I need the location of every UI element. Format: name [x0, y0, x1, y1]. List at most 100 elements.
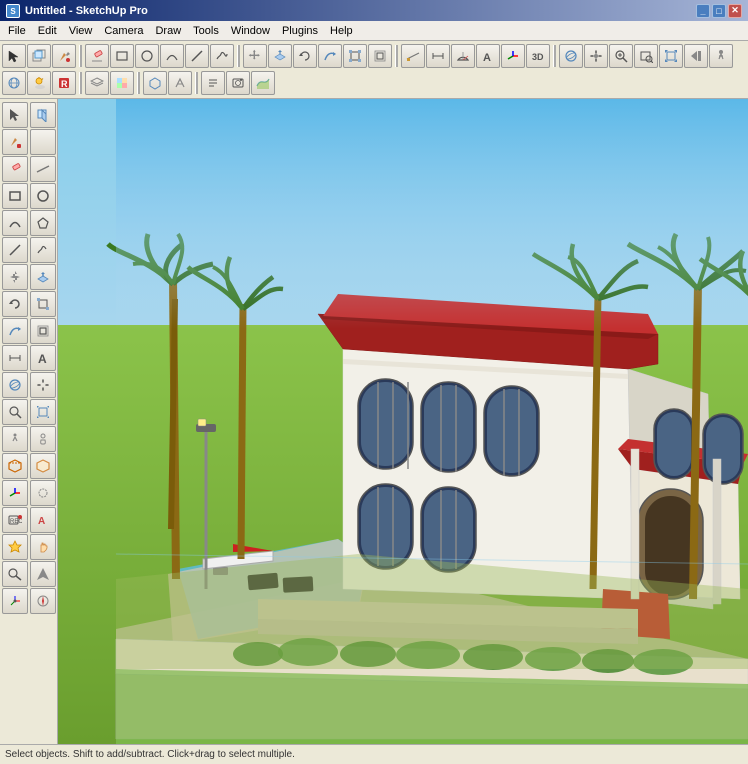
status-bar: Select objects. Shift to add/subtract. C… — [0, 744, 748, 764]
main-area: A REC A — [0, 99, 748, 744]
tb-match-photo[interactable] — [226, 71, 250, 95]
tb-axes[interactable] — [501, 44, 525, 68]
svg-text:A: A — [483, 52, 491, 63]
tb-sep-r3 — [195, 72, 198, 94]
lt-offset-lt[interactable] — [30, 318, 56, 344]
left-toolbar: A REC A — [0, 99, 58, 744]
viewport[interactable] — [58, 99, 748, 744]
tb-freehand[interactable] — [210, 44, 234, 68]
lt-paint-bucket[interactable] — [2, 129, 28, 155]
tb-outline-r[interactable] — [201, 71, 225, 95]
lt-3d-select[interactable] — [30, 102, 56, 128]
lt-ruby-lt[interactable]: A — [30, 507, 56, 533]
lt-multiface[interactable] — [30, 210, 56, 236]
lt-dim-lt[interactable] — [2, 345, 28, 371]
lt-zoomext-lt[interactable] — [30, 399, 56, 425]
tb-orbit[interactable] — [559, 44, 583, 68]
tb-styles-r[interactable] — [168, 71, 192, 95]
lt-zoom-lt[interactable] — [2, 399, 28, 425]
tb-layer-r[interactable] — [85, 71, 109, 95]
tb-walk[interactable] — [709, 44, 733, 68]
menu-edit[interactable]: Edit — [32, 21, 63, 40]
tb-circle[interactable] — [135, 44, 159, 68]
lt-coord-lt[interactable] — [2, 588, 28, 614]
tb-move[interactable] — [243, 44, 267, 68]
lt-rotate-lt[interactable] — [2, 291, 28, 317]
lt-rec-lt[interactable]: REC — [2, 507, 28, 533]
menu-tools[interactable]: Tools — [187, 21, 225, 40]
tb-zoom-extents[interactable] — [659, 44, 683, 68]
lt-section-lt[interactable] — [2, 453, 28, 479]
lt-section-display-lt[interactable] — [30, 453, 56, 479]
tb-protractor[interactable] — [451, 44, 475, 68]
menu-help[interactable]: Help — [324, 21, 359, 40]
tb-zoom-window[interactable] — [634, 44, 658, 68]
lt-push-pull-lt[interactable] — [30, 264, 56, 290]
lt-orbit-lt[interactable] — [2, 372, 28, 398]
lt-freehand-lt[interactable] — [30, 237, 56, 263]
menu-window[interactable]: Window — [225, 21, 276, 40]
lt-hand-lt[interactable] — [30, 534, 56, 560]
tb-shadow[interactable] — [27, 71, 51, 95]
lt-lookaround[interactable] — [30, 426, 56, 452]
lt-row-11 — [2, 372, 56, 398]
lt-compass[interactable] — [30, 588, 56, 614]
tb-sandbox[interactable] — [251, 71, 275, 95]
tb-line[interactable] — [185, 44, 209, 68]
tb-component-r[interactable] — [143, 71, 167, 95]
lt-axes-lt[interactable] — [2, 480, 28, 506]
lt-text-lt[interactable]: A — [30, 345, 56, 371]
tb-text[interactable]: A — [476, 44, 500, 68]
lt-navigate[interactable] — [30, 561, 56, 587]
lt-pan-lt[interactable] — [30, 372, 56, 398]
tb-arc[interactable] — [160, 44, 184, 68]
maximize-button[interactable]: □ — [712, 4, 726, 18]
tb-select[interactable] — [2, 44, 26, 68]
close-button[interactable]: ✕ — [728, 4, 742, 18]
tb-rect[interactable] — [110, 44, 134, 68]
minimize-button[interactable]: _ — [696, 4, 710, 18]
lt-move-lt[interactable] — [2, 264, 28, 290]
menu-view[interactable]: View — [63, 21, 99, 40]
tb-dimension[interactable] — [426, 44, 450, 68]
tb-render-r[interactable]: R — [52, 71, 76, 95]
lt-tape-lt[interactable] — [30, 156, 56, 182]
tb-paint[interactable] — [52, 44, 76, 68]
lt-erase-lt[interactable] — [2, 156, 28, 182]
lt-line-lt[interactable] — [2, 237, 28, 263]
tb-material-r[interactable] — [110, 71, 134, 95]
tb-push-pull[interactable] — [268, 44, 292, 68]
lt-zoom3-lt[interactable] — [2, 561, 28, 587]
tb-rotate[interactable] — [293, 44, 317, 68]
lt-walk-lt[interactable] — [2, 426, 28, 452]
lt-row-9 — [2, 318, 56, 344]
tb-zoom[interactable] — [609, 44, 633, 68]
lt-row-5 — [2, 210, 56, 236]
tb-scale[interactable] — [343, 44, 367, 68]
svg-text:R: R — [61, 79, 68, 89]
lt-follow-lt[interactable] — [2, 318, 28, 344]
tb-make-component[interactable] — [27, 44, 51, 68]
tb-geo[interactable] — [2, 71, 26, 95]
menu-plugins[interactable]: Plugins — [276, 21, 324, 40]
menu-camera[interactable]: Camera — [98, 21, 149, 40]
menu-draw[interactable]: Draw — [149, 21, 187, 40]
tb-tape[interactable] — [401, 44, 425, 68]
lt-hidden-geo[interactable] — [30, 480, 56, 506]
tb-sep-2 — [237, 45, 240, 67]
lt-circle-lt[interactable] — [30, 183, 56, 209]
lt-select[interactable] — [2, 102, 28, 128]
menu-file[interactable]: File — [2, 21, 32, 40]
tb-erase[interactable] — [85, 44, 109, 68]
lt-scale-lt[interactable] — [30, 291, 56, 317]
lt-rect-lt[interactable] — [2, 183, 28, 209]
lt-row-4 — [2, 183, 56, 209]
tb-3dtext[interactable]: 3D — [526, 44, 550, 68]
tb-prev-view[interactable] — [684, 44, 708, 68]
tb-follow-me[interactable] — [318, 44, 342, 68]
lt-arc-lt[interactable] — [2, 210, 28, 236]
tb-pan[interactable] — [584, 44, 608, 68]
window-controls: _ □ ✕ — [696, 4, 742, 18]
tb-offset[interactable] — [368, 44, 392, 68]
lt-explode[interactable] — [2, 534, 28, 560]
